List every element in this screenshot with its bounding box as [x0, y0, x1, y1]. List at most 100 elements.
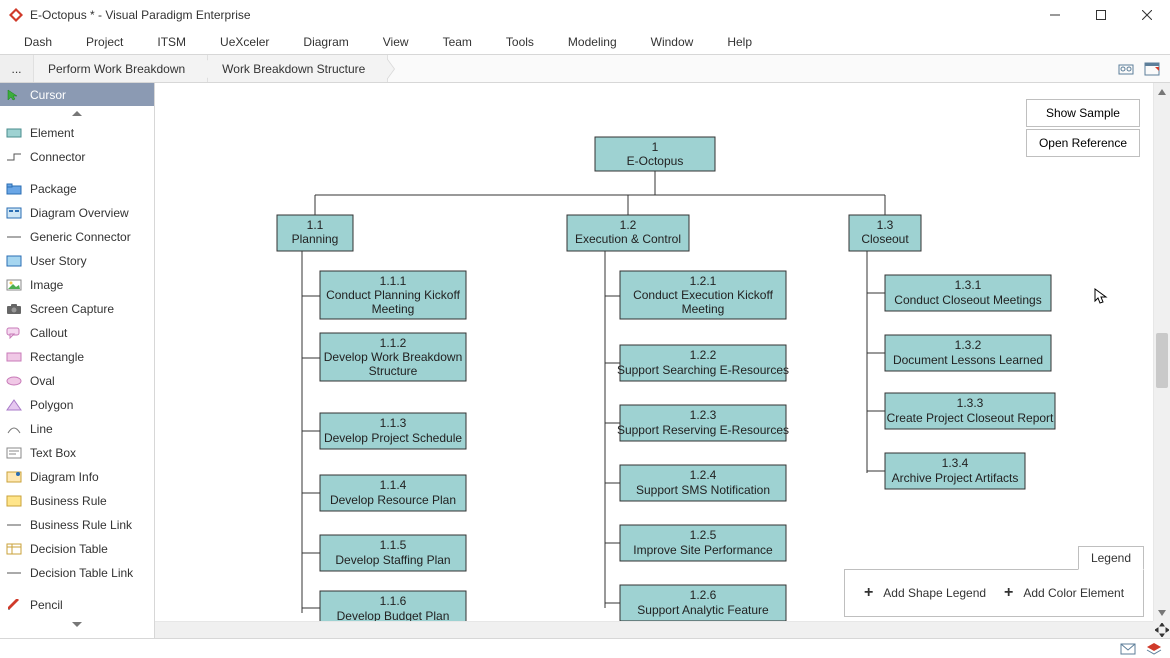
- menu-project[interactable]: Project: [72, 31, 137, 53]
- open-reference-button[interactable]: Open Reference: [1026, 129, 1140, 157]
- menu-help[interactable]: Help: [713, 31, 766, 53]
- screen-capture-icon: [6, 303, 22, 315]
- palette-diagram-overview[interactable]: Diagram Overview: [0, 201, 154, 225]
- mouse-cursor-icon: [1094, 288, 1110, 304]
- show-sample-button[interactable]: Show Sample: [1026, 99, 1140, 127]
- vertical-scrollbar[interactable]: [1153, 83, 1170, 621]
- wbs-node-1-1-3[interactable]: 1.1.3 Develop Project Schedule: [320, 413, 466, 449]
- oval-icon: [6, 375, 22, 387]
- diagram-overview-icon: [6, 207, 22, 219]
- svg-text:Develop Resource Plan: Develop Resource Plan: [330, 493, 456, 507]
- minimize-button[interactable]: [1032, 0, 1078, 30]
- wbs-node-1-2-2[interactable]: 1.2.2 Support Searching E-Resources: [617, 345, 789, 381]
- palette-generic-connector[interactable]: Generic Connector: [0, 225, 154, 249]
- palette-text-box[interactable]: Text Box: [0, 441, 154, 465]
- menu-modeling[interactable]: Modeling: [554, 31, 631, 53]
- menu-dash[interactable]: Dash: [10, 31, 66, 53]
- palette-decision-table-link[interactable]: Decision Table Link: [0, 561, 154, 585]
- palette-user-story[interactable]: User Story: [0, 249, 154, 273]
- svg-text:1.2.1: 1.2.1: [690, 274, 717, 288]
- svg-text:1.3.4: 1.3.4: [942, 456, 969, 470]
- palette-diagram-info[interactable]: Diagram Info: [0, 465, 154, 489]
- breadcrumb-seg-1[interactable]: Perform Work Breakdown: [34, 55, 208, 82]
- wbs-node-1-3-4[interactable]: 1.3.4 Archive Project Artifacts: [885, 453, 1025, 489]
- palette-element[interactable]: Element: [0, 121, 154, 145]
- wbs-node-1-2-5[interactable]: 1.2.5 Improve Site Performance: [620, 525, 786, 561]
- wbs-node-1-2-3[interactable]: 1.2.3 Support Reserving E-Resources: [617, 405, 789, 441]
- wbs-node-root[interactable]: 1 E-Octopus: [595, 137, 715, 171]
- menu-team[interactable]: Team: [429, 31, 486, 53]
- palette-rectangle[interactable]: Rectangle: [0, 345, 154, 369]
- pan-icon[interactable]: [1153, 621, 1170, 638]
- menu-uexceler[interactable]: UeXceler: [206, 31, 283, 53]
- svg-text:1.1: 1.1: [307, 218, 324, 232]
- palette-package[interactable]: Package: [0, 177, 154, 201]
- palette-collapse-up[interactable]: [0, 107, 154, 121]
- palette-image[interactable]: Image: [0, 273, 154, 297]
- wbs-node-1-3-1[interactable]: 1.3.1 Conduct Closeout Meetings: [885, 275, 1051, 311]
- switch-view-icon[interactable]: [1142, 59, 1162, 79]
- svg-text:1.2: 1.2: [620, 218, 637, 232]
- wbs-node-1-2[interactable]: 1.2 Execution & Control: [567, 215, 689, 251]
- wbs-node-1-1-5[interactable]: 1.1.5 Develop Staffing Plan: [320, 535, 466, 571]
- rectangle-icon: [6, 351, 22, 363]
- menu-tools[interactable]: Tools: [492, 31, 548, 53]
- breadcrumb-seg-2[interactable]: Work Breakdown Structure: [208, 55, 388, 82]
- wbs-node-1-1-6[interactable]: 1.1.6 Develop Budget Plan: [320, 591, 466, 621]
- snapshot-icon[interactable]: [1116, 59, 1136, 79]
- scroll-down-icon[interactable]: [1154, 604, 1170, 621]
- wbs-node-1-2-4[interactable]: 1.2.4 Support SMS Notification: [620, 465, 786, 501]
- mail-icon[interactable]: [1120, 641, 1136, 657]
- wbs-node-1-3-3[interactable]: 1.3.3 Create Project Closeout Report: [885, 393, 1055, 429]
- svg-text:Create Project Closeout Report: Create Project Closeout Report: [887, 411, 1054, 425]
- palette-cursor[interactable]: Cursor: [0, 83, 154, 107]
- palette-callout[interactable]: Callout: [0, 321, 154, 345]
- legend-panel: Legend +Add Shape Legend +Add Color Elem…: [844, 569, 1144, 617]
- generic-connector-icon: [6, 231, 22, 243]
- menu-diagram[interactable]: Diagram: [289, 31, 362, 53]
- palette-pencil[interactable]: Pencil: [0, 593, 154, 617]
- palette-decision-table[interactable]: Decision Table: [0, 537, 154, 561]
- palette-screen-capture[interactable]: Screen Capture: [0, 297, 154, 321]
- add-shape-legend-button[interactable]: +Add Shape Legend: [864, 584, 986, 602]
- wbs-node-1-3-2[interactable]: 1.3.2 Document Lessons Learned: [885, 335, 1051, 371]
- svg-text:Execution & Control: Execution & Control: [575, 232, 681, 246]
- wbs-node-1-2-6[interactable]: 1.2.6 Support Analytic Feature: [620, 585, 786, 621]
- palette-polygon[interactable]: Polygon: [0, 393, 154, 417]
- wbs-node-1-2-1[interactable]: 1.2.1 Conduct Execution Kickoff Meeting: [620, 271, 786, 319]
- add-color-element-button[interactable]: +Add Color Element: [1004, 584, 1124, 602]
- wbs-node-1-1-4[interactable]: 1.1.4 Develop Resource Plan: [320, 475, 466, 511]
- diagram-canvas[interactable]: 1 E-Octopus 1.1 Planning 1.2 Execution &…: [155, 83, 1170, 638]
- diagram-info-icon: [6, 471, 22, 483]
- menu-window[interactable]: Window: [637, 31, 708, 53]
- decision-table-icon: [6, 543, 22, 555]
- legend-tab[interactable]: Legend: [1078, 546, 1144, 570]
- palette-oval[interactable]: Oval: [0, 369, 154, 393]
- callout-icon: [6, 327, 22, 339]
- palette-collapse-down[interactable]: [0, 617, 154, 631]
- menu-view[interactable]: View: [369, 31, 423, 53]
- palette-business-rule-link[interactable]: Business Rule Link: [0, 513, 154, 537]
- menu-itsm[interactable]: ITSM: [143, 31, 200, 53]
- close-button[interactable]: [1124, 0, 1170, 30]
- svg-text:Archive Project Artifacts: Archive Project Artifacts: [892, 471, 1019, 485]
- wbs-node-1-3[interactable]: 1.3 Closeout: [849, 215, 921, 251]
- maximize-button[interactable]: [1078, 0, 1124, 30]
- scroll-thumb[interactable]: [1156, 333, 1168, 388]
- horizontal-scrollbar[interactable]: [155, 621, 1153, 638]
- wbs-diagram[interactable]: 1 E-Octopus 1.1 Planning 1.2 Execution &…: [155, 83, 1153, 621]
- wbs-node-1-1-2[interactable]: 1.1.2 Develop Work Breakdown Structure: [320, 333, 466, 381]
- scroll-up-icon[interactable]: [1154, 83, 1170, 100]
- decision-table-link-icon: [6, 567, 22, 579]
- palette-connector[interactable]: Connector: [0, 145, 154, 169]
- palette-line[interactable]: Line: [0, 417, 154, 441]
- layers-icon[interactable]: [1146, 641, 1162, 657]
- svg-text:1.2.3: 1.2.3: [690, 408, 717, 422]
- palette-business-rule[interactable]: Business Rule: [0, 489, 154, 513]
- svg-text:Closeout: Closeout: [861, 232, 909, 246]
- wbs-node-1-1[interactable]: 1.1 Planning: [277, 215, 353, 251]
- breadcrumb-ellipsis[interactable]: ...: [0, 55, 34, 82]
- svg-text:Develop Staffing Plan: Develop Staffing Plan: [335, 553, 450, 567]
- wbs-node-1-1-1[interactable]: 1.1.1 Conduct Planning Kickoff Meeting: [320, 271, 466, 319]
- shape-palette: Cursor Element Connector Package Diagram…: [0, 83, 155, 638]
